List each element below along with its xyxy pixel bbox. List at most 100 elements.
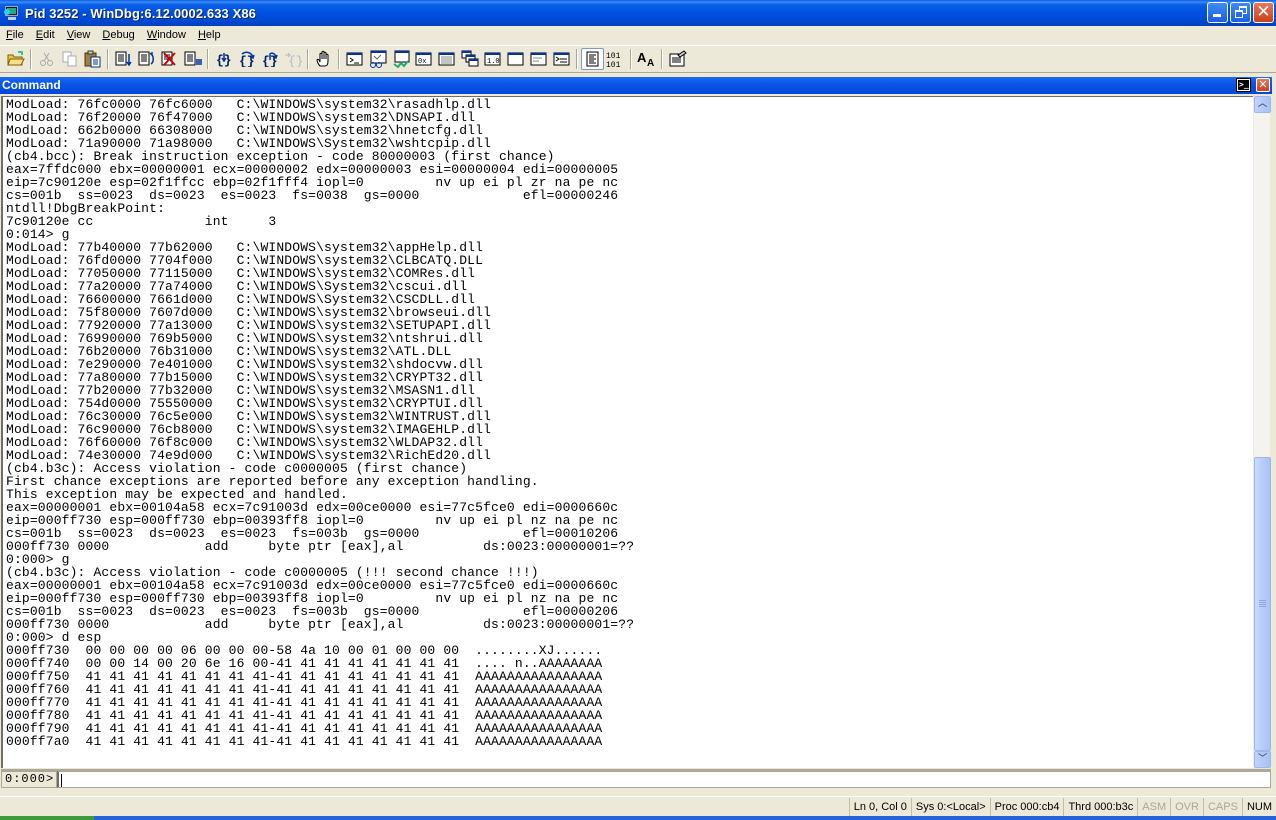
locals-window-button[interactable] <box>389 48 412 70</box>
run-to-cursor-button[interactable]: {} <box>281 48 304 70</box>
step-out-button[interactable]: {} <box>258 48 281 70</box>
hand-icon <box>315 50 328 67</box>
windbg-app-icon[interactable] <box>4 5 20 21</box>
command-prompt-label: 0:000> <box>1 771 57 788</box>
stop-debugging-button[interactable] <box>158 48 181 70</box>
command-browser-button[interactable] <box>550 48 573 70</box>
vertical-scrollbar[interactable]: ︿ ﹀ <box>1253 96 1271 768</box>
open-folder-icon <box>6 51 25 66</box>
title-bar[interactable]: Pid 3252 - WinDbg:6.12.0002.633 X86 ✕ <box>0 0 1276 26</box>
registers-window-icon: 0x <box>415 52 431 66</box>
command-prompt-icon: >_ <box>1238 80 1249 90</box>
command-browser-icon <box>553 52 569 66</box>
processes-threads-icon <box>530 52 546 66</box>
menu-file[interactable]: File <box>0 26 30 44</box>
menu-accelerator: V <box>66 29 74 41</box>
memory-window-button[interactable] <box>435 48 458 70</box>
grip-icon <box>1259 600 1266 608</box>
locals-window-icon <box>392 50 409 68</box>
watch-window-icon <box>369 50 386 68</box>
command-window: Command >_ ✕ ModLoad: 76fc0000 76fc6000 … <box>0 77 1276 792</box>
command-input[interactable] <box>57 771 1271 788</box>
toolbar: {} {} {} {} 0x 1.0 10 <box>0 45 1276 73</box>
binary-mode-button[interactable]: 101 101 <box>604 48 627 70</box>
hand-button[interactable] <box>312 48 335 70</box>
watch-window-button[interactable] <box>366 48 389 70</box>
restart-button[interactable] <box>135 48 158 70</box>
menu-label: iew <box>73 29 91 41</box>
text-caret <box>61 774 62 787</box>
scroll-up-button[interactable]: ︿ <box>1254 96 1271 113</box>
dock-window-button[interactable]: >_ <box>1236 78 1251 92</box>
copy-button[interactable] <box>58 48 81 70</box>
run-to-cursor-icon: {} <box>284 52 302 67</box>
menu-accelerator: F <box>6 29 13 41</box>
chevron-up-icon: ︿ <box>1257 99 1267 109</box>
command-window-button[interactable] <box>343 48 366 70</box>
font-icon: AA <box>637 50 654 68</box>
menu-accelerator: E <box>35 29 44 41</box>
status-thread: Thrd 000:b3c <box>1063 797 1137 816</box>
step-into-icon: {} <box>216 53 231 67</box>
command-window-titlebar[interactable]: Command >_ ✕ <box>0 77 1272 94</box>
menu-window[interactable]: Window <box>141 26 192 44</box>
options-button[interactable] <box>666 48 689 70</box>
menu-debug[interactable]: Debug <box>96 26 140 44</box>
registers-window-button[interactable]: 0x <box>412 48 435 70</box>
step-over-icon: {} <box>239 51 255 67</box>
step-into-button[interactable]: {} <box>212 48 235 70</box>
processes-threads-button[interactable] <box>527 48 550 70</box>
menu-label: elp <box>205 29 221 41</box>
open-button[interactable] <box>4 48 27 70</box>
copy-icon <box>62 51 76 67</box>
svg-text:101: 101 <box>606 52 621 61</box>
scroll-down-button[interactable]: ﹀ <box>1254 751 1271 768</box>
chevron-down-icon: ﹀ <box>1257 754 1267 764</box>
break-button[interactable] <box>181 48 204 70</box>
source-mode-button[interactable] <box>581 48 604 70</box>
cut-icon <box>39 52 53 66</box>
font-button[interactable]: AA <box>635 48 658 70</box>
menu-label: dit <box>43 29 55 41</box>
menu-accelerator: H <box>197 29 206 41</box>
svg-text:A: A <box>637 50 647 65</box>
break-icon <box>184 51 202 66</box>
status-process: Proc 000:cb4 <box>989 797 1064 816</box>
menu-view[interactable]: View <box>61 26 97 44</box>
close-button[interactable]: ✕ <box>1253 2 1274 23</box>
options-icon <box>669 50 687 67</box>
minimize-button[interactable] <box>1207 2 1228 23</box>
minimize-icon <box>1213 14 1221 17</box>
restore-button[interactable] <box>1230 2 1251 23</box>
status-ovr: OVR <box>1170 797 1203 816</box>
step-out-icon: {} <box>262 52 278 67</box>
menu-bar: File Edit View Debug Window Help <box>0 26 1276 44</box>
status-bar: Ln 0, Col 0 Sys 0:<Local> Proc 000:cb4 T… <box>0 796 1276 816</box>
scrollbar-thumb[interactable] <box>1254 457 1271 751</box>
command-window-title: Command <box>2 78 61 92</box>
call-stack-button[interactable] <box>458 48 481 70</box>
output-line: cs=001b ss=0023 ds=0023 es=0023 fs=0038 … <box>6 188 619 203</box>
svg-text:{}: {} <box>288 54 302 67</box>
binary-mode-icon: 101101 <box>606 52 621 68</box>
command-input-row: 0:000> <box>1 769 1271 788</box>
disassembly-window-icon: 1.0 <box>484 52 500 66</box>
command-window-close-button[interactable]: ✕ <box>1256 78 1270 92</box>
output-line: 7c90120e cc int 3 <box>6 214 277 229</box>
disassembly-window-button[interactable]: 1.0 <box>481 48 504 70</box>
scratch-pad-button[interactable] <box>504 48 527 70</box>
paste-button[interactable] <box>81 48 104 70</box>
status-caps: CAPS <box>1202 797 1242 816</box>
menu-edit[interactable]: Edit <box>30 26 61 44</box>
menu-help[interactable]: Help <box>192 26 227 44</box>
status-asm: ASM <box>1137 797 1170 816</box>
command-window-icon <box>346 52 362 66</box>
stop-debugging-icon <box>161 51 176 66</box>
svg-text:1.0: 1.0 <box>487 58 500 66</box>
command-output[interactable]: ModLoad: 76fc0000 76fc6000 C:\WINDOWS\sy… <box>1 96 1253 768</box>
cut-button[interactable] <box>35 48 58 70</box>
svg-text:A: A <box>647 58 654 68</box>
go-button[interactable] <box>112 48 135 70</box>
source-mode-icon <box>586 51 598 67</box>
step-over-button[interactable]: {} <box>235 48 258 70</box>
